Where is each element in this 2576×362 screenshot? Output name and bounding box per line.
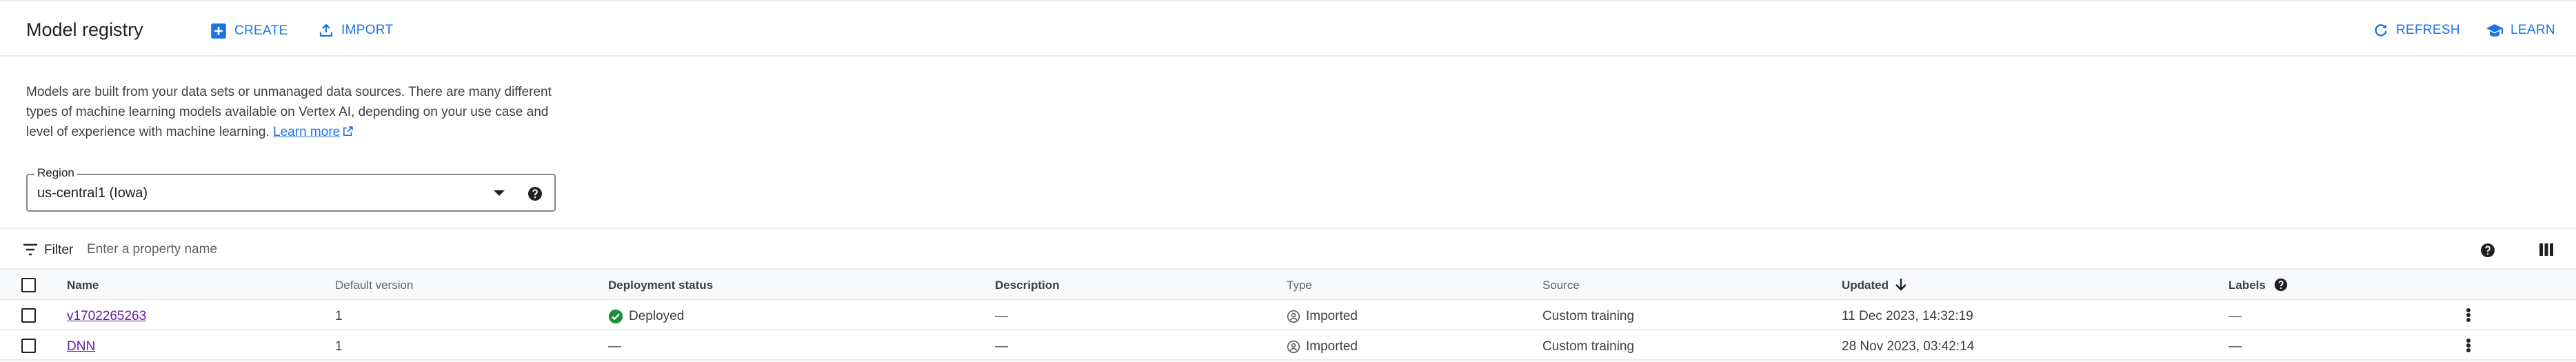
- page-header: Model registry CREATE IMPORT REFRESH LEA…: [0, 0, 2576, 57]
- model-name-link[interactable]: DNN: [67, 339, 95, 354]
- updated-cell: 11 Dec 2023, 14:32:19: [1842, 309, 1973, 323]
- type-text: Imported: [1306, 309, 1358, 323]
- imported-icon: [1287, 340, 1300, 354]
- intro-description: Models are built from your data sets or …: [26, 82, 564, 142]
- column-toggle-icon[interactable]: [2539, 242, 2554, 257]
- arrow-down-icon[interactable]: [1894, 277, 1908, 292]
- refresh-icon: [2375, 24, 2387, 37]
- school-icon: [2486, 24, 2503, 37]
- column-header-default-version: Default version: [335, 279, 414, 292]
- column-header-description[interactable]: Description: [995, 279, 1060, 292]
- deployment-status-text: Deployed: [629, 309, 685, 323]
- labels-cell: —: [2228, 309, 2242, 323]
- create-label: CREATE: [234, 23, 288, 38]
- table-row: v1702265263 1 Deployed — Imported Custom…: [0, 300, 2576, 330]
- filter-bar: Filter: [0, 228, 2576, 270]
- region-select[interactable]: Region us-central1 (Iowa): [26, 166, 556, 212]
- upload-icon: [319, 23, 333, 37]
- source-cell: Custom training: [1542, 339, 1635, 354]
- external-link-icon: [343, 126, 353, 137]
- learn-label: LEARN: [2510, 23, 2555, 37]
- column-header-type: Type: [1287, 279, 1312, 292]
- deployment-status-cell: —: [608, 339, 621, 354]
- help-icon[interactable]: [2273, 277, 2288, 292]
- default-version-cell: 1: [335, 339, 343, 354]
- labels-cell: —: [2228, 339, 2242, 354]
- source-cell: Custom training: [1542, 309, 1635, 323]
- filter-label: Filter: [44, 243, 74, 257]
- column-header-deployment-status[interactable]: Deployment status: [608, 279, 713, 292]
- type-cell: Imported: [1287, 339, 1358, 354]
- help-icon[interactable]: [527, 185, 543, 202]
- filter-list-icon[interactable]: [22, 243, 39, 257]
- imported-icon: [1287, 310, 1300, 323]
- learn-more-link[interactable]: Learn more: [273, 125, 340, 139]
- type-cell: Imported: [1287, 309, 1358, 324]
- select-all-checkbox[interactable]: [21, 278, 36, 292]
- region-value: us-central1 (Iowa): [37, 185, 148, 201]
- learn-button[interactable]: LEARN: [2486, 22, 2555, 39]
- caret-down-icon[interactable]: [494, 190, 505, 196]
- table-row: DNN 1 — — Imported Custom training 28 No…: [0, 330, 2576, 361]
- region-label: Region: [34, 166, 77, 180]
- import-button[interactable]: IMPORT: [318, 22, 393, 39]
- table-header: Name Default version Deployment status D…: [0, 270, 2576, 300]
- default-version-cell: 1: [335, 309, 343, 323]
- refresh-button[interactable]: REFRESH: [2373, 22, 2460, 39]
- description-cell: —: [995, 309, 1008, 323]
- row-checkbox[interactable]: [21, 308, 36, 323]
- check-circle-icon: [608, 309, 623, 324]
- more-vert-icon[interactable]: [2462, 307, 2475, 323]
- filter-input[interactable]: [87, 239, 570, 261]
- description-cell: —: [995, 339, 1008, 354]
- column-header-source: Source: [1542, 279, 1580, 292]
- column-header-name[interactable]: Name: [67, 279, 99, 292]
- refresh-label: REFRESH: [2396, 23, 2460, 37]
- type-text: Imported: [1306, 339, 1358, 354]
- create-button[interactable]: CREATE: [210, 22, 288, 40]
- column-header-updated[interactable]: Updated: [1842, 279, 1889, 292]
- row-checkbox[interactable]: [21, 339, 36, 353]
- add-box-icon: [211, 23, 226, 39]
- updated-cell: 28 Nov 2023, 03:42:14: [1842, 339, 1975, 354]
- more-vert-icon[interactable]: [2462, 337, 2475, 354]
- help-icon[interactable]: [2479, 242, 2496, 259]
- import-label: IMPORT: [341, 23, 394, 37]
- column-header-labels[interactable]: Labels: [2228, 279, 2266, 292]
- page-title: Model registry: [26, 19, 143, 40]
- deployment-status-cell: Deployed: [608, 309, 684, 324]
- model-name-link[interactable]: v1702265263: [67, 309, 146, 323]
